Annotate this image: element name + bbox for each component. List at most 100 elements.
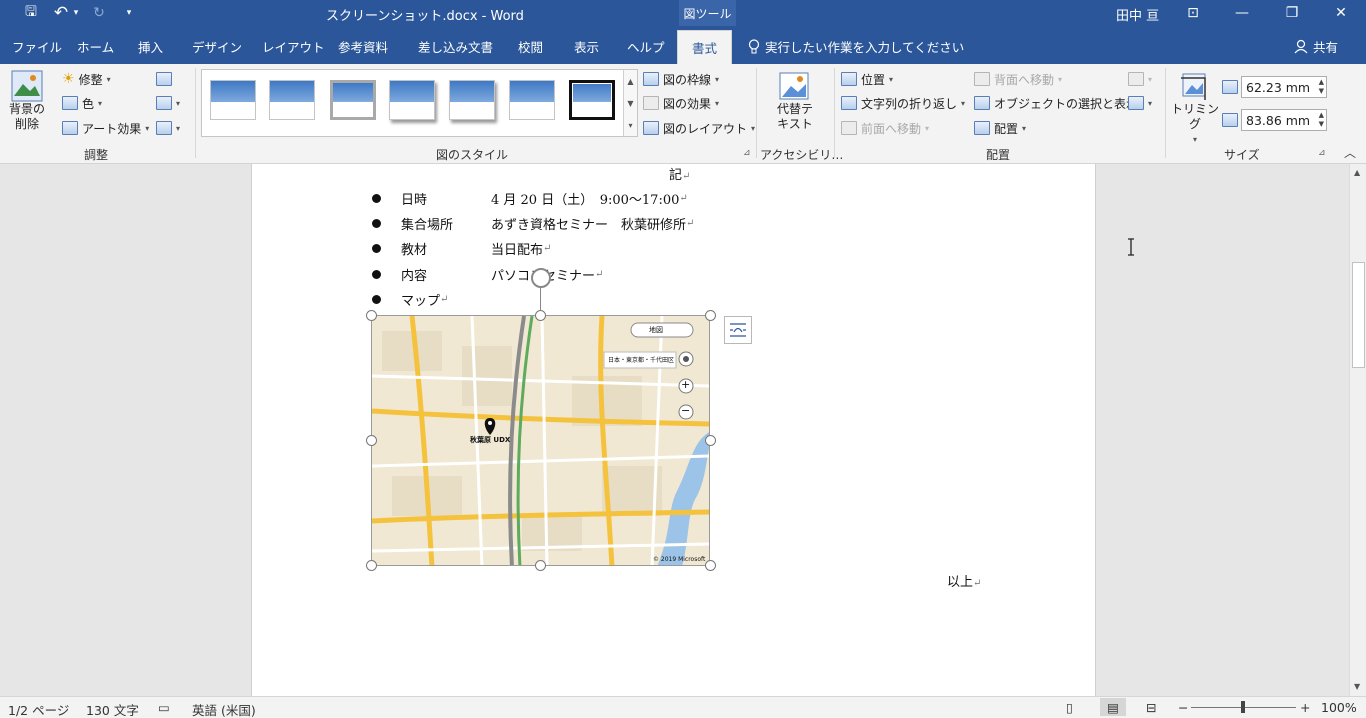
undo-dropdown-icon[interactable]: ▾ (71, 3, 81, 23)
undo-icon[interactable]: ↶ (52, 3, 70, 23)
picture-style-thumb[interactable] (330, 80, 376, 120)
chevron-down-icon: ▾ (1148, 98, 1153, 108)
tab-insert[interactable]: 挿入 (138, 37, 163, 56)
picture-styles-gallery[interactable]: ▲ ▼ ▾ (201, 69, 638, 137)
vertical-scrollbar[interactable]: ▲ ▼ (1349, 164, 1366, 696)
picture-styles-launcher-icon[interactable]: ⊿ (743, 148, 751, 158)
scroll-down-icon[interactable]: ▼ (1354, 682, 1360, 691)
compress-pictures-button[interactable] (156, 69, 172, 89)
height-spinner-icon[interactable]: ▲ ▼ (1319, 78, 1324, 96)
proofing-icon[interactable]: ▭ (158, 700, 170, 715)
picture-style-thumb[interactable] (389, 80, 435, 120)
rotate-button[interactable]: ▾ (1128, 93, 1152, 113)
resize-handle-bottom-right[interactable] (705, 560, 716, 571)
change-picture-button[interactable]: ▾ (156, 93, 180, 113)
resize-handle-top[interactable] (535, 310, 546, 321)
gallery-scroll-down-icon[interactable]: ▼ (623, 92, 637, 114)
restore-icon[interactable]: ❐ (1269, 0, 1315, 26)
zoom-slider[interactable] (1191, 701, 1296, 713)
map-type-select[interactable]: 地図 (649, 325, 663, 335)
zoom-level[interactable]: 100% (1321, 700, 1357, 715)
language-indicator[interactable]: 英語 (米国) (192, 700, 256, 718)
align-button[interactable]: 配置 ▾ (974, 118, 1026, 138)
map-search-box[interactable]: 日本・東京都・千代田区 (608, 355, 674, 364)
map-zoom-in-icon[interactable]: + (681, 378, 690, 391)
tab-help[interactable]: ヘルプ (627, 37, 665, 56)
tab-mailings[interactable]: 差し込み文書 (418, 37, 493, 56)
picture-style-thumb[interactable] (509, 80, 555, 120)
picture-style-thumb[interactable] (210, 80, 256, 120)
scroll-thumb[interactable] (1352, 262, 1365, 368)
corrections-button[interactable]: ☀ 修整 ▾ (62, 69, 111, 89)
tab-review[interactable]: 校閲 (518, 37, 543, 56)
tab-design[interactable]: デザイン (192, 37, 242, 56)
tab-layout[interactable]: レイアウト (262, 37, 325, 56)
tab-home[interactable]: ホーム (77, 37, 114, 56)
zoom-in-icon[interactable]: + (1300, 700, 1310, 715)
close-icon[interactable]: ✕ (1318, 0, 1364, 26)
resize-handle-top-left[interactable] (366, 310, 377, 321)
group-objects-button[interactable]: ▾ (1128, 69, 1152, 89)
crop-button[interactable]: トリミング ▾ (1171, 70, 1219, 147)
alt-text-button[interactable]: 代替テ キスト (772, 70, 818, 132)
color-button[interactable]: 色 ▾ (62, 93, 102, 113)
selection-pane-button[interactable]: オブジェクトの選択と表示 (974, 93, 1138, 113)
picture-style-thumb[interactable] (449, 80, 495, 120)
tab-file[interactable]: ファイル (12, 37, 62, 56)
read-mode-icon[interactable]: ▯ (1066, 700, 1073, 715)
ribbon-tabs: ファイル ホーム 挿入 デザイン レイアウト 参考資料 差し込み文書 校閲 表示… (0, 26, 1366, 64)
size-launcher-icon[interactable]: ⊿ (1318, 148, 1326, 158)
group-objects-icon (1128, 72, 1144, 86)
rotate-handle-icon[interactable] (531, 268, 551, 288)
ribbon-display-options-icon[interactable]: ⊡ (1170, 0, 1216, 26)
scroll-up-icon[interactable]: ▲ (1354, 168, 1360, 177)
width-spinner-icon[interactable]: ▲ ▼ (1319, 111, 1324, 129)
align-icon (974, 121, 990, 135)
height-input[interactable]: 62.23 mm ▲ ▼ (1241, 76, 1327, 98)
picture-style-thumb[interactable] (269, 80, 315, 120)
send-backward-button[interactable]: 背面へ移動 ▾ (974, 69, 1062, 89)
gallery-more-icon[interactable]: ▾ (623, 114, 637, 136)
web-layout-icon[interactable]: ⊟ (1146, 700, 1156, 715)
redo-icon[interactable]: ↻ (90, 3, 108, 23)
tab-format[interactable]: 書式 (677, 30, 733, 64)
list-item: 教材 当日配布 ↵ (372, 238, 551, 258)
picture-border-button[interactable]: 図の枠線 ▾ (643, 69, 719, 89)
document-area[interactable]: 記↵ 日時 4 月 20 日（土） 9:00～17:00 ↵ 集合場所 あずき資… (0, 164, 1350, 696)
picture-effects-label: 図の効果 (663, 96, 712, 111)
resize-handle-left[interactable] (366, 435, 377, 446)
picture-effects-button[interactable]: 図の効果 ▾ (643, 93, 719, 113)
bring-forward-button[interactable]: 前面へ移動 ▾ (841, 118, 929, 138)
resize-handle-bottom-left[interactable] (366, 560, 377, 571)
tell-me-box[interactable]: 実行したい作業を入力してください (748, 37, 964, 56)
picture-style-thumb-selected[interactable] (569, 80, 615, 120)
customize-qat-icon[interactable]: ▾ (122, 3, 136, 23)
save-icon[interactable]: 🖫 (20, 3, 42, 23)
map-picture[interactable]: 地図 日本・東京都・千代田区 + − 秋葉原 UDX © 2019 Micros… (371, 315, 710, 566)
resize-handle-top-right[interactable] (705, 310, 716, 321)
collapse-ribbon-icon[interactable]: ︿ (1344, 144, 1356, 161)
remove-background-button[interactable]: 背景の 削除 (6, 70, 48, 132)
tab-references[interactable]: 参考資料 (338, 37, 388, 56)
share-button[interactable]: 共有 (1294, 37, 1338, 56)
map-zoom-out-icon[interactable]: − (681, 404, 690, 417)
picture-layout-button[interactable]: 図のレイアウト ▾ (643, 118, 755, 138)
wrap-text-button[interactable]: 文字列の折り返し ▾ (841, 93, 965, 113)
zoom-slider-thumb[interactable] (1241, 701, 1245, 713)
document-page[interactable]: 記↵ 日時 4 月 20 日（土） 9:00～17:00 ↵ 集合場所 あずき資… (251, 164, 1096, 696)
print-layout-icon[interactable]: ▤ (1100, 698, 1126, 716)
minimize-icon[interactable]: — (1219, 0, 1265, 26)
resize-handle-bottom[interactable] (535, 560, 546, 571)
word-count[interactable]: 130 文字 (86, 700, 139, 718)
width-input[interactable]: 83.86 mm ▲ ▼ (1241, 109, 1327, 131)
position-button[interactable]: 位置 ▾ (841, 69, 893, 89)
page-indicator[interactable]: 1/2 ページ (8, 700, 69, 718)
reset-picture-button[interactable]: ▾ (156, 118, 180, 138)
user-name[interactable]: 田中 亘 (1116, 5, 1159, 24)
tab-view[interactable]: 表示 (574, 37, 599, 56)
gallery-scroll-up-icon[interactable]: ▲ (623, 70, 637, 92)
resize-handle-right[interactable] (705, 435, 716, 446)
layout-options-icon[interactable] (724, 316, 752, 344)
zoom-out-icon[interactable]: − (1178, 700, 1188, 715)
artistic-effects-button[interactable]: アート効果 ▾ (62, 118, 149, 138)
